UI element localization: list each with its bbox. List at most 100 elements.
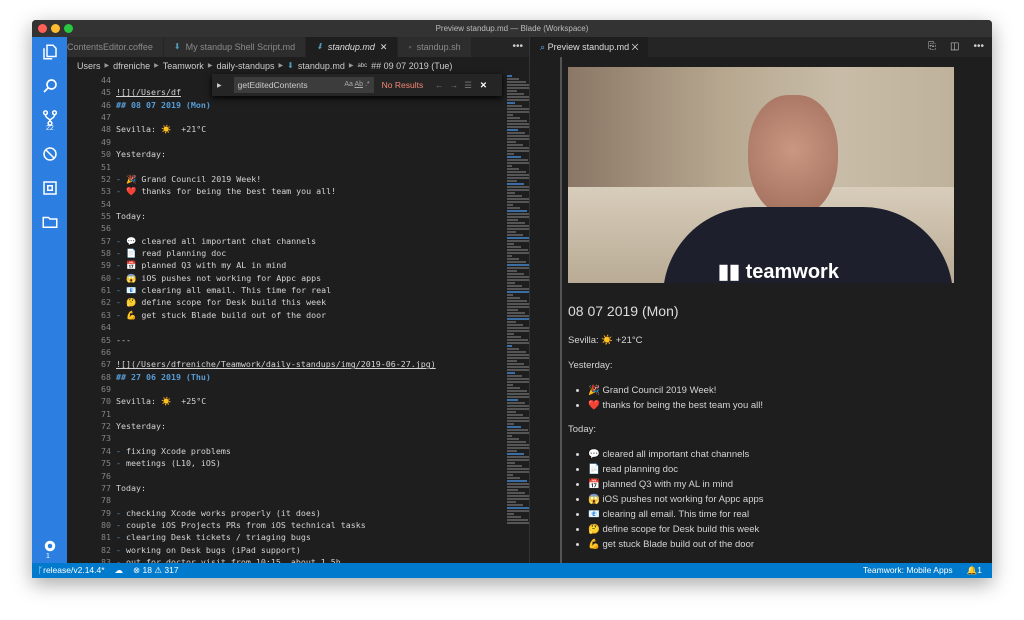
split-editor-icon[interactable]: ◫ (950, 37, 959, 57)
minimap-line (507, 492, 525, 494)
minimap-line (507, 453, 524, 455)
list-marker: - (116, 285, 126, 296)
tab-standup-md[interactable]: ⬇ standup.md ✕ (306, 37, 399, 57)
code-line: 63- 💪 get stuck Blade build out of the d… (67, 309, 507, 321)
minimap-line (507, 417, 530, 419)
branch-indicator[interactable]: ᚴrelease/v2.14.4* (38, 563, 105, 578)
line-content: Today: (116, 482, 146, 493)
find-widget: ▶ getEditedContents Aa Ab .* No Results … (212, 74, 502, 96)
close-window-button[interactable] (38, 24, 47, 33)
tab-my-standup-shell-script[interactable]: ⬇ My standup Shell Script.md (163, 37, 307, 57)
previous-match-icon[interactable]: ← (435, 80, 444, 90)
minimap-line (507, 378, 529, 380)
whole-word-toggle[interactable]: Ab (354, 81, 363, 88)
code-line: 77 Today: (67, 482, 507, 494)
list-item: 🎉 Grand Council 2019 Week! (588, 383, 763, 398)
explorer-icon[interactable] (32, 37, 67, 67)
list-item: 📧 clearing all email. This time for real (588, 507, 764, 522)
zoom-window-button[interactable] (64, 24, 73, 33)
minimap-line (507, 360, 517, 362)
list-item: 💪 get stuck Blade build out of the door (588, 537, 764, 552)
close-tab-icon[interactable]: ✕ (632, 42, 639, 52)
sync-icon[interactable]: ☁ (115, 563, 124, 578)
minimap-line (507, 270, 517, 272)
line-text: - meetings (L10, iOS) (116, 457, 221, 469)
more-actions-button[interactable]: ••• (512, 37, 523, 57)
code-editor[interactable]: 44 45 ![](/Users/df 46 ## 08 07 2019 (Mon) 47… (67, 74, 507, 568)
code-line: 62- 🤔 define scope for Desk build this w… (67, 296, 507, 308)
next-match-icon[interactable]: → (450, 80, 459, 90)
minimap-line (507, 294, 513, 296)
tab-standup-sh[interactable]: ▪ standup.sh (398, 37, 472, 57)
minimap-line (507, 282, 515, 284)
minimap-line (507, 435, 512, 437)
list-marker: - (116, 235, 126, 246)
problems-indicator[interactable]: ⊗ 18 ⚠ 317 (133, 563, 179, 578)
breadcrumb-item[interactable]: Teamwork (163, 57, 204, 75)
minimap-line (507, 399, 518, 401)
minimap-line (507, 285, 522, 287)
minimap-line (507, 465, 522, 467)
source-control-icon[interactable]: 22 (32, 103, 67, 133)
line-number: 61 (101, 285, 111, 296)
minimap-line (507, 468, 529, 470)
code-line: 78 (67, 494, 507, 506)
code-line: 56 (67, 222, 507, 234)
minimap-line (507, 273, 524, 275)
breadcrumb-item[interactable]: Users (77, 57, 101, 75)
debug-icon[interactable] (32, 139, 67, 169)
open-source-icon[interactable]: ⎘ (928, 37, 936, 57)
breadcrumb-item[interactable]: dfreniche (113, 57, 150, 75)
breadcrumb-item[interactable]: daily-standups (216, 57, 274, 75)
notifications[interactable]: 🔔1 (967, 563, 982, 578)
code-line: 53- ❤️ thanks for being the best team yo… (67, 185, 507, 197)
find-input[interactable]: getEditedContents Aa Ab .* (233, 77, 374, 93)
list-marker: - (116, 519, 126, 530)
code-line: 80- couple iOS Projects PRs from iOS tec… (67, 519, 507, 531)
tab-contents-editor[interactable]: ContentsEditor.coffee (67, 37, 164, 57)
minimap-line (507, 501, 516, 503)
minimap-line (507, 159, 528, 161)
line-number: 51 (101, 161, 111, 172)
folder-icon[interactable] (32, 207, 67, 237)
code-line: 66 (67, 346, 507, 358)
minimap-line (507, 519, 528, 521)
minimap-line (507, 348, 519, 350)
match-case-toggle[interactable]: Aa (344, 81, 353, 88)
regex-toggle[interactable]: .* (365, 81, 370, 88)
find-in-selection-icon[interactable]: ☰ (464, 80, 472, 91)
search-icon[interactable] (32, 71, 67, 101)
minimap-line (507, 339, 528, 341)
settings-gear-icon[interactable]: 1 (32, 531, 67, 561)
close-tab-icon[interactable]: ✕ (380, 37, 388, 57)
toggle-replace-icon[interactable]: ▶ (217, 82, 222, 89)
extensions-icon[interactable] (32, 173, 67, 203)
minimap-line (507, 195, 522, 197)
list-marker: - (116, 297, 126, 308)
minimap-line (507, 180, 517, 182)
breadcrumb-item[interactable]: ## 09 07 2019 (Tue) (371, 57, 452, 75)
minimap-line (507, 441, 526, 443)
minimap-line (507, 336, 521, 338)
minimap-line (507, 384, 513, 386)
close-find-icon[interactable]: ✕ (480, 80, 487, 91)
workspace-name[interactable]: Teamwork: Mobile Apps (863, 563, 953, 578)
line-content: couple iOS Projects PRs from iOS technic… (126, 519, 366, 530)
minimap-line (507, 372, 515, 374)
minimap-line (507, 387, 520, 389)
minimap-line (507, 243, 514, 245)
tab-preview-standup[interactable]: ⌕ Preview standup.md ✕ (530, 37, 649, 57)
breadcrumb-item[interactable]: standup.md (298, 57, 345, 75)
minimap-line (507, 156, 521, 158)
minimize-window-button[interactable] (51, 24, 60, 33)
warning-count: 317 (164, 565, 179, 575)
more-actions-button[interactable]: ••• (973, 37, 984, 57)
line-text: ## 27 06 2019 (Thu) (116, 371, 211, 383)
minimap-line (507, 411, 516, 413)
line-text: --- (116, 334, 131, 346)
list-item: 📅 planned Q3 with my AL in mind (588, 477, 764, 492)
activity-bar: 22 1 (32, 37, 67, 563)
line-number: 59 (101, 260, 111, 271)
minimap-line (507, 108, 529, 110)
code-line: 70 Sevilla: ☀️ +25°C (67, 395, 507, 407)
